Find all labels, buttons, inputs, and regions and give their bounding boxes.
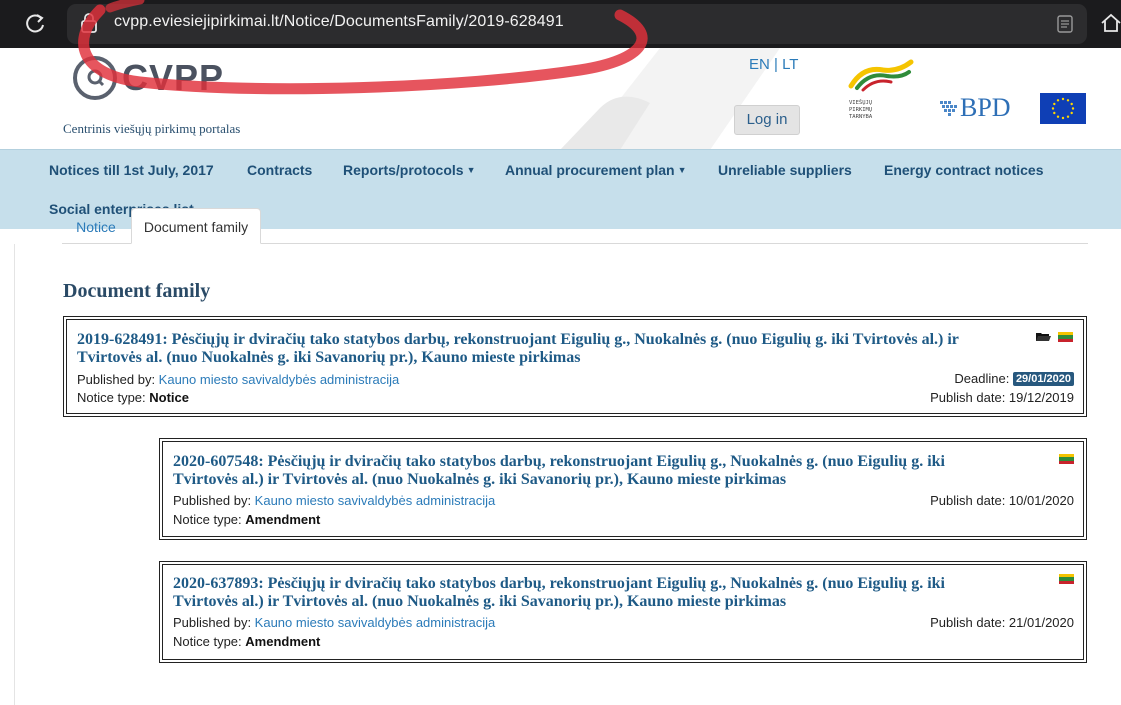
address-bar[interactable]: cvpp.eviesiejipirkimai.lt/Notice/Documen… xyxy=(67,4,1087,44)
publish-date-label: Publish date: xyxy=(930,615,1009,630)
deadline: Deadline: 29/01/2020 xyxy=(954,371,1074,386)
tab-document-family[interactable]: Document family xyxy=(131,208,261,244)
document-card: 2020-607548: Pėsčiųjų ir dviračių tako s… xyxy=(159,438,1087,540)
vpt-logo-line3: TARNYBA xyxy=(849,114,873,120)
published-by: Published by: Kauno miesto savivaldybės … xyxy=(173,615,495,630)
page-title: Document family xyxy=(63,280,211,302)
nav-contracts[interactable]: Contracts xyxy=(247,162,312,178)
eu-flag-icon xyxy=(1040,93,1086,124)
notice-type-value: Amendment xyxy=(245,634,321,649)
deadline-label: Deadline: xyxy=(954,371,1013,386)
title-line: Tvirtovės al.) ir Tvirtovės al. (nuo Nuo… xyxy=(173,471,787,488)
published-by: Published by: Kauno miesto savivaldybės … xyxy=(77,372,399,387)
language-switch: EN | LT xyxy=(749,56,798,73)
nav-label: Reports/protocols xyxy=(343,162,464,178)
cvpp-logo-icon xyxy=(73,56,117,100)
publish-date-value: 21/01/2020 xyxy=(1008,615,1074,630)
nav-label: Energy contract notices xyxy=(884,162,1044,178)
url-text[interactable]: cvpp.eviesiejipirkimai.lt/Notice/Documen… xyxy=(114,13,564,31)
notice-type-value: Notice xyxy=(149,390,189,405)
bpd-logo-text: BPD xyxy=(960,93,1011,122)
bpd-logo-mark xyxy=(940,101,957,116)
home-icon[interactable] xyxy=(1100,12,1121,34)
notice-type: Notice type: Amendment xyxy=(173,634,320,649)
notice-type-label: Notice type: xyxy=(77,390,150,405)
notice-type: Notice type: Amendment xyxy=(173,512,320,527)
document-title-link[interactable]: 2019-628491: Pėsčiųjų ir dviračių tako s… xyxy=(77,331,1077,367)
lang-lt-link[interactable]: LT xyxy=(782,56,798,73)
logo-text: CVPP xyxy=(122,57,225,98)
document-title-link[interactable]: 2020-607548: Pėsčiųjų ir dviračių tako s… xyxy=(173,453,1053,489)
lithuania-flag-icon xyxy=(1059,574,1074,584)
nav-unreliable-suppliers[interactable]: Unreliable suppliers xyxy=(718,162,852,178)
publisher-link[interactable]: Kauno miesto savivaldybės administracija xyxy=(255,615,496,630)
chevron-down-icon: ▼ xyxy=(466,165,476,175)
title-line: Tvirtovės al.) ir Tvirtovės al. (nuo Nuo… xyxy=(173,593,787,610)
cvpp-logo[interactable]: CVPP xyxy=(72,55,242,101)
chevron-down-icon: ▼ xyxy=(677,165,687,175)
publish-date-value: 19/12/2019 xyxy=(1008,390,1074,405)
deadline-badge: 29/01/2020 xyxy=(1012,372,1074,386)
vpt-logo-line1: VIEŠŲJŲ xyxy=(849,99,872,106)
nav-reports-protocols[interactable]: Reports/protocols ▼ xyxy=(343,162,476,178)
lock-icon xyxy=(81,13,97,33)
reader-icon[interactable] xyxy=(1057,15,1073,33)
lang-en-link[interactable]: EN xyxy=(749,56,770,73)
title-line: 2019-628491: Pėsčiųjų ir dviračių tako s… xyxy=(77,331,959,348)
nav-notices-till-2017[interactable]: Notices till 1st July, 2017 xyxy=(49,162,214,178)
document-card: 2020-637893: Pėsčiųjų ir dviračių tako s… xyxy=(159,561,1087,663)
published-by: Published by: Kauno miesto savivaldybės … xyxy=(173,493,495,508)
notice-type-value: Amendment xyxy=(245,512,321,527)
vpt-logo[interactable]: VIEŠŲJŲ PIRKIMŲ TARNYBA xyxy=(843,58,918,124)
nav-annual-procurement-plan[interactable]: Annual procurement plan ▼ xyxy=(505,162,687,178)
publish-date: Publish date: 10/01/2020 xyxy=(930,493,1074,508)
publisher-link[interactable]: Kauno miesto savivaldybės administracija xyxy=(255,493,496,508)
publish-date-value: 10/01/2020 xyxy=(1008,493,1074,508)
page-left-border xyxy=(14,244,15,705)
publish-date-label: Publish date: xyxy=(930,390,1009,405)
published-by-label: Published by: xyxy=(173,615,255,630)
published-by-label: Published by: xyxy=(173,493,255,508)
folder-icon[interactable] xyxy=(1036,331,1051,342)
nav-label: Unreliable suppliers xyxy=(718,162,852,178)
lithuania-flag-icon xyxy=(1059,454,1074,464)
notice-type-label: Notice type: xyxy=(173,634,246,649)
tab-notice[interactable]: Notice xyxy=(63,216,129,243)
browser-toolbar: cvpp.eviesiejipirkimai.lt/Notice/Documen… xyxy=(0,0,1121,48)
publish-date: Publish date: 21/01/2020 xyxy=(930,615,1074,630)
nav-energy-contract-notices[interactable]: Energy contract notices xyxy=(884,162,1044,178)
notice-type-label: Notice type: xyxy=(173,512,246,527)
title-line: 2020-607548: Pėsčiųjų ir dviračių tako s… xyxy=(173,453,945,470)
nav-label: Notices till 1st July, 2017 xyxy=(49,162,214,178)
document-card: 2019-628491: Pėsčiųjų ir dviračių tako s… xyxy=(63,316,1087,417)
publisher-link[interactable]: Kauno miesto savivaldybės administracija xyxy=(159,372,400,387)
portal-subtitle: Centrinis viešųjų pirkimų portalas xyxy=(63,121,241,136)
publish-date-label: Publish date: xyxy=(930,493,1009,508)
lang-separator: | xyxy=(769,56,783,73)
reload-icon[interactable] xyxy=(24,12,46,34)
title-line: 2020-637893: Pėsčiųjų ir dviračių tako s… xyxy=(173,575,945,592)
login-button[interactable]: Log in xyxy=(734,105,800,135)
bpd-logo[interactable]: BPD xyxy=(938,94,1013,122)
nav-label: Annual procurement plan xyxy=(505,162,675,178)
publish-date: Publish date: 19/12/2019 xyxy=(930,390,1074,405)
notice-type: Notice type: Notice xyxy=(77,390,189,405)
document-title-link[interactable]: 2020-637893: Pėsčiųjų ir dviračių tako s… xyxy=(173,575,1053,611)
title-line: Tvirtovės al. (nuo Nuokalnės g. iki Sava… xyxy=(77,349,581,366)
lithuania-flag-icon xyxy=(1058,332,1073,342)
published-by-label: Published by: xyxy=(77,372,159,387)
nav-label: Contracts xyxy=(247,162,313,178)
vpt-logo-line2: PIRKIMŲ xyxy=(849,107,872,113)
